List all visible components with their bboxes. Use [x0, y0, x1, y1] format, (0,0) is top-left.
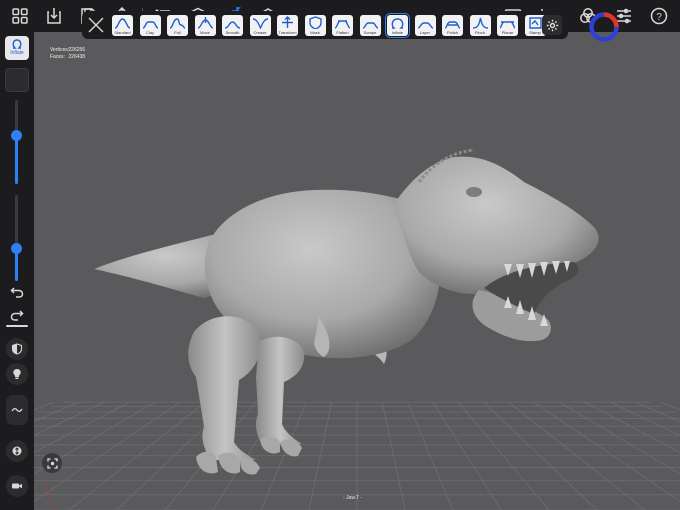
brush-label: Planar	[501, 30, 514, 35]
layer-brush-icon	[417, 22, 433, 29]
pull-brush-icon	[169, 18, 186, 29]
flatten-brush-icon	[334, 20, 351, 29]
brush-label: Scrape	[363, 30, 377, 35]
frame-icon	[46, 457, 58, 469]
faces-stat: Faces: 226438	[50, 54, 86, 60]
current-tool-label: Inflate	[10, 50, 24, 56]
3d-viewport[interactable]: Vertices: 226256 Faces: 226438 - Jaw.T -	[34, 32, 680, 510]
sidebar-divider	[6, 325, 28, 327]
brush-toolbar: Standard Clay Pull Move Smooth Crease Transfor…	[82, 11, 568, 39]
radius-slider-fill	[15, 135, 18, 184]
radius-slider-knob[interactable]	[11, 130, 22, 141]
brush-flatten[interactable]: Flatten	[332, 15, 353, 36]
move-brush-icon	[197, 17, 213, 29]
brush-scrape[interactable]: Scrape	[359, 15, 381, 36]
mask-brush-icon	[308, 16, 322, 29]
inflate-brush-icon	[12, 39, 22, 49]
brush-planar[interactable]: Planar	[497, 15, 518, 36]
brush-label: Clay	[145, 30, 154, 35]
brush-label: Standard	[114, 30, 131, 35]
crease-brush-icon	[252, 18, 268, 29]
smooth-brush-icon	[224, 21, 241, 29]
brush-label: Polish	[447, 30, 458, 35]
brush-standard[interactable]: Standard	[112, 15, 133, 36]
brush-label: Transform	[278, 30, 297, 35]
pinch-brush-icon	[472, 17, 488, 29]
mask-toggle-icon[interactable]	[6, 338, 28, 360]
brush-transform[interactable]: Transform	[277, 15, 298, 36]
brush-label: Move	[200, 30, 210, 35]
brush-label: Pinch	[474, 30, 485, 35]
stroke-curve-icon[interactable]	[6, 395, 28, 425]
stamp-brush-icon	[528, 17, 542, 29]
svg-text:?: ?	[656, 12, 662, 23]
mesh-stats: Vertices: 226256 Faces: 226438	[50, 47, 85, 61]
brush-label: Flatten	[336, 30, 349, 35]
brush-move[interactable]: Move	[194, 15, 216, 36]
redo-icon[interactable]	[7, 305, 27, 325]
undo-icon[interactable]	[7, 282, 27, 302]
standard-brush-icon	[114, 18, 131, 29]
brush-label: Crease	[253, 30, 267, 35]
radius-slider[interactable]	[11, 100, 22, 184]
planar-brush-icon	[499, 21, 516, 29]
brush-mask[interactable]: Mask	[304, 15, 326, 36]
dinosaur-model	[94, 148, 599, 475]
close-tools-icon[interactable]	[86, 15, 106, 35]
lightbulb-icon[interactable]	[6, 363, 28, 385]
clay-brush-icon	[142, 21, 158, 29]
brush-layer[interactable]: Layer	[414, 15, 436, 36]
grid-icon[interactable]	[8, 4, 32, 28]
brush-label: Mask	[310, 30, 320, 35]
material-color-ring[interactable]	[588, 11, 620, 43]
frame-object-button[interactable]	[42, 453, 62, 473]
intensity-slider[interactable]	[11, 195, 22, 281]
scrape-brush-icon	[362, 22, 378, 29]
brush-clay[interactable]: Clay	[139, 15, 161, 36]
transform-brush-icon	[282, 16, 293, 28]
brush-crease[interactable]: Crease	[249, 15, 271, 36]
inflate-brush-icon	[391, 18, 404, 29]
brush-label: Smooth	[225, 30, 240, 35]
camera-icon[interactable]	[6, 475, 28, 497]
brush-smooth[interactable]: Smooth	[222, 15, 243, 36]
left-sidebar: Inflate	[0, 32, 34, 510]
brush-settings-button[interactable]	[542, 15, 562, 35]
polish-brush-icon	[444, 21, 461, 29]
nomad-sculpt-app: ? Inflate Vertices: 226256 Faces: 226438…	[0, 0, 680, 510]
intensity-slider-knob[interactable]	[11, 243, 22, 254]
gear-icon	[546, 19, 558, 31]
brush-label: Inflate	[392, 30, 403, 35]
brush-polish[interactable]: Polish	[442, 15, 463, 36]
brush-label: Pull	[174, 30, 181, 35]
brush-pinch[interactable]: Pinch	[469, 15, 491, 36]
vertices-stat: Vertices: 226256	[50, 47, 86, 53]
brush-label: Layer	[419, 30, 430, 35]
selected-object-label: - Jaw.T -	[343, 495, 363, 501]
gizmo-icon[interactable]	[6, 440, 28, 462]
current-tool-button[interactable]: Inflate	[5, 36, 29, 60]
secondary-tool-slot[interactable]	[5, 68, 29, 92]
brush-pull[interactable]: Pull	[167, 15, 188, 36]
import-icon[interactable]	[42, 4, 66, 28]
brush-inflate[interactable]: Inflate	[385, 13, 410, 38]
help-icon[interactable]: ?	[647, 4, 671, 28]
